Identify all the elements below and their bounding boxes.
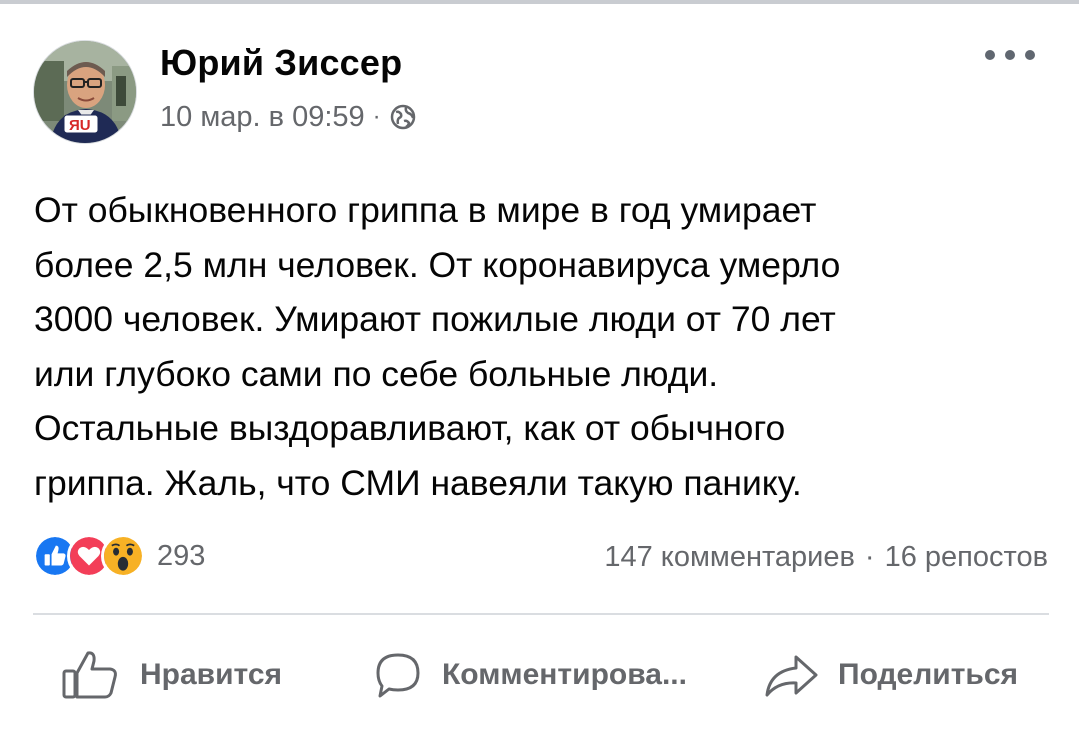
- comment-icon: [376, 653, 420, 698]
- author-name[interactable]: Юрий Зиссер: [160, 42, 402, 84]
- more-dot-icon: [1005, 50, 1015, 60]
- meta-separator: ·: [372, 103, 381, 130]
- comment-button[interactable]: Комментирова...: [372, 645, 687, 705]
- reaction-count: 293: [157, 539, 206, 572]
- share-button[interactable]: Поделиться: [762, 645, 1018, 705]
- post-meta: 10 мар. в 09:59 ·: [160, 99, 417, 135]
- more-dot-icon: [1025, 50, 1035, 60]
- post-stats: 147 комментариев · 16 репостов: [604, 537, 1048, 577]
- thumbs-up-icon: [62, 651, 117, 699]
- divider: [33, 613, 1049, 615]
- like-label: Нравится: [140, 658, 283, 691]
- avatar-photo: ЯU: [34, 41, 136, 143]
- shares-count-link[interactable]: 16 репостов: [885, 541, 1048, 574]
- avatar-badge-text: ЯU: [69, 117, 91, 134]
- like-button[interactable]: Нравится: [60, 645, 282, 705]
- post-card: ЯU Юрий Зиссер 10 мар. в 09:59 · От обык…: [0, 0, 1079, 730]
- top-border: [0, 0, 1079, 4]
- share-label: Поделиться: [838, 658, 1019, 691]
- stats-separator: ·: [864, 540, 875, 573]
- comment-label: Комментирова...: [442, 658, 687, 691]
- more-dot-icon: [985, 50, 995, 60]
- reactions-summary[interactable]: 293: [33, 532, 205, 580]
- globe-icon: [390, 104, 415, 130]
- wow-reaction-icon: [101, 534, 145, 578]
- post-text: От обыкновенного гриппа в мире в год уми…: [34, 190, 841, 503]
- post-date[interactable]: 10 мар. в 09:59: [160, 101, 365, 134]
- avatar[interactable]: ЯU: [33, 40, 137, 144]
- comments-count-link[interactable]: 147 комментариев: [604, 541, 855, 574]
- share-icon: [765, 655, 818, 697]
- more-options-button[interactable]: [985, 45, 1035, 65]
